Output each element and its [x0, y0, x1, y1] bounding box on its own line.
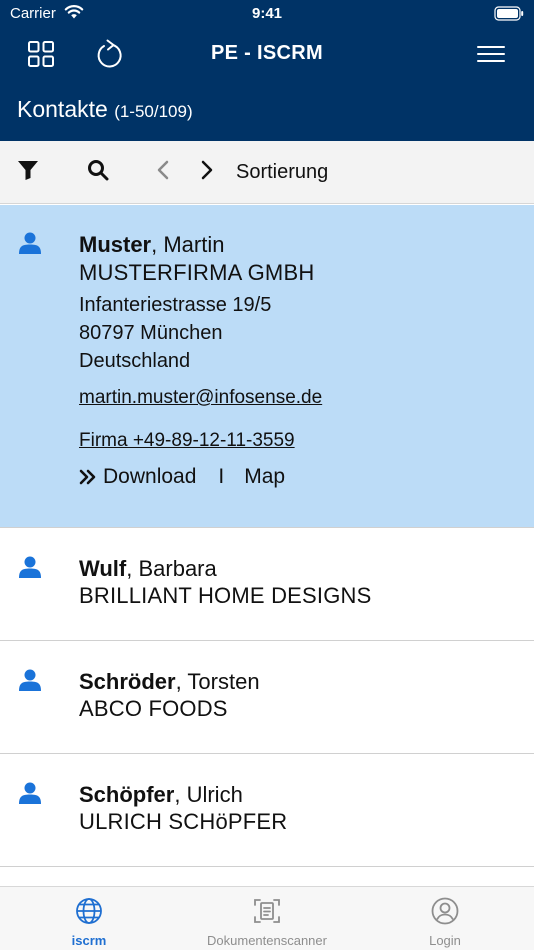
contact-list: Muster, Martin MUSTERFIRMA GMBH Infanter… [0, 205, 534, 867]
tab-dokumentenscanner[interactable]: Dokumentenscanner [178, 887, 356, 950]
download-link[interactable]: Download [79, 465, 196, 489]
contact-last-name: Schöpfer [79, 782, 175, 807]
contact-first-name: , Barbara [126, 556, 217, 581]
tab-label: Dokumentenscanner [207, 933, 327, 948]
document-scanner-icon [178, 897, 356, 925]
search-button[interactable] [86, 157, 110, 187]
page-title-label: Kontakte [17, 96, 108, 122]
page-title: Kontakte (1-50/109) [17, 96, 193, 123]
previous-page-button[interactable] [154, 157, 172, 187]
record-count: (1-50/109) [114, 102, 193, 121]
contact-company: ULRICH SCHöPFER [79, 809, 288, 834]
clock: 9:41 [251, 5, 283, 22]
list-toolbar: Sortierung [0, 141, 534, 204]
hamburger-menu-button[interactable] [471, 36, 511, 76]
contact-first-name: , Ulrich [174, 782, 243, 807]
phone-link[interactable]: Firma +49-89-12-11-3559 [79, 430, 295, 452]
person-icon [19, 556, 41, 583]
tab-label: iscrm [71, 933, 107, 948]
tab-label: Login [429, 933, 461, 948]
contact-company: MUSTERFIRMA GMBH [79, 260, 315, 285]
chevron-left-icon [156, 160, 170, 185]
download-label: Download [103, 465, 197, 488]
contact-last-name: Muster [79, 232, 152, 257]
action-separator: I [218, 465, 225, 488]
battery-icon [494, 6, 524, 25]
contact-row[interactable]: Schröder, Torsten ABCO FOODS [0, 641, 534, 754]
status-bar: Carrier 9:41 [0, 0, 534, 28]
filter-button[interactable] [16, 157, 40, 187]
section-header: Kontakte (1-50/109) [0, 82, 534, 141]
tab-login[interactable]: Login [356, 887, 534, 950]
next-page-button[interactable] [198, 157, 216, 187]
tab-bar: iscrm Dokumentenscanner Login [0, 886, 534, 950]
app-title: PE - ISCRM [211, 42, 323, 64]
contact-row[interactable]: Muster, Martin MUSTERFIRMA GMBH Infanter… [0, 205, 534, 528]
double-chevron-right-icon [79, 469, 97, 485]
user-circle-icon [356, 897, 534, 925]
contact-name: Schöpfer, Ulrich [79, 782, 243, 808]
contact-name: Muster, Martin [79, 232, 224, 258]
sort-button[interactable]: Sortierung [236, 161, 328, 184]
contact-last-name: Schröder [79, 669, 176, 694]
globe-icon [0, 897, 178, 925]
person-icon [19, 232, 41, 259]
contact-country: Deutschland [79, 350, 191, 372]
contact-street: Infanteriestrasse 19/5 [79, 294, 272, 316]
contact-last-name: Wulf [79, 556, 127, 581]
contact-first-name: , Martin [151, 232, 225, 257]
map-link[interactable]: Map [244, 465, 285, 489]
person-icon [19, 782, 41, 809]
contact-name: Schröder, Torsten [79, 669, 260, 695]
hamburger-icon [476, 44, 506, 69]
contact-row[interactable]: Schöpfer, Ulrich ULRICH SCHöPFER [0, 754, 534, 867]
contact-row[interactable]: Wulf, Barbara BRILLIANT HOME DESIGNS [0, 528, 534, 641]
tab-iscrm[interactable]: iscrm [0, 887, 178, 950]
contact-actions: Download I Map [79, 465, 285, 489]
contact-first-name: , Torsten [175, 669, 260, 694]
filter-icon [17, 159, 39, 186]
chevron-right-icon [200, 160, 214, 185]
contact-company: BRILLIANT HOME DESIGNS [79, 583, 372, 608]
contact-city: 80797 München [79, 322, 223, 344]
contact-name: Wulf, Barbara [79, 556, 217, 582]
contact-company: ABCO FOODS [79, 696, 228, 721]
email-link[interactable]: martin.muster@infosense.de [79, 387, 322, 409]
search-icon [87, 159, 109, 186]
person-icon [19, 669, 41, 696]
navigation-bar: PE - ISCRM [0, 28, 534, 82]
